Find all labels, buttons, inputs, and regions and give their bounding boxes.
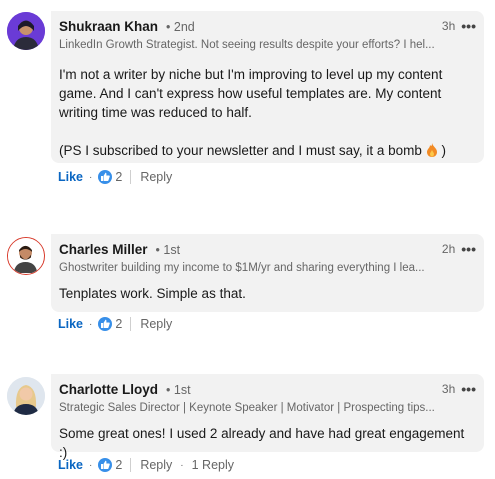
avatar[interactable] (7, 377, 45, 415)
more-options-icon[interactable]: ••• (461, 19, 476, 33)
commenter-name[interactable]: Charlotte Lloyd (59, 382, 158, 397)
comment-actions: Like · 2 Reply · 1 Reply (58, 458, 234, 472)
separator-dot: · (180, 459, 184, 471)
comment-body: I'm not a writer by niche but I'm improv… (59, 65, 474, 162)
commenter-headline: Strategic Sales Director | Keynote Speak… (59, 402, 435, 414)
comment-actions: Like · 2 Reply (58, 317, 172, 331)
divider (130, 317, 132, 331)
timestamp-group: 3h ••• (442, 19, 476, 33)
timestamp: 2h (441, 242, 456, 256)
divider (130, 170, 132, 184)
more-options-icon[interactable]: ••• (461, 242, 476, 256)
avatar-image (8, 238, 43, 273)
comment-actions: Like · 2 Reply (58, 170, 172, 184)
reaction-count[interactable]: 2 (115, 170, 122, 184)
commenter-headline: Ghostwriter building my income to $1M/yr… (59, 262, 425, 274)
timestamp: 3h (441, 19, 456, 33)
comment-paragraph: Some great ones! I used 2 already and ha… (59, 426, 465, 460)
like-button[interactable]: Like (58, 458, 83, 472)
connection-degree: • 2nd (166, 20, 195, 34)
comment-bubble: Charlotte Lloyd • 1st 3h ••• Strategic S… (51, 374, 484, 460)
name-row: Charles Miller • 1st (59, 242, 474, 260)
comment-bubble: Charles Miller • 1st 2h ••• Ghostwriter … (51, 234, 484, 312)
timestamp-group: 3h ••• (442, 382, 476, 396)
connection-degree: • 1st (166, 383, 191, 397)
timestamp: 3h (441, 382, 456, 396)
reply-button[interactable]: Reply (140, 458, 172, 472)
commenter-name[interactable]: Charles Miller (59, 242, 148, 257)
like-button[interactable]: Like (58, 317, 83, 331)
avatar-image (7, 12, 45, 50)
view-replies-link[interactable]: 1 Reply (192, 458, 234, 472)
connection-degree: • 1st (155, 243, 181, 257)
like-button[interactable]: Like (58, 170, 83, 184)
comment-bubble: Shukraan Khan • 2nd 3h ••• LinkedIn Grow… (51, 11, 484, 163)
name-row: Shukraan Khan • 2nd (59, 19, 474, 37)
thumbs-up-reaction-icon[interactable] (98, 317, 113, 331)
more-options-icon[interactable]: ••• (461, 382, 476, 396)
thumbs-up-reaction-icon[interactable] (98, 458, 113, 472)
reaction-count[interactable]: 2 (115, 458, 122, 472)
comment-paragraph: Tenplates work. Simple as that. (59, 286, 246, 301)
reply-button[interactable]: Reply (140, 317, 172, 331)
avatar[interactable] (7, 12, 45, 50)
separator-dot: · (89, 318, 93, 330)
reply-button[interactable]: Reply (140, 170, 172, 184)
comment-body: Tenplates work. Simple as that. (59, 284, 474, 303)
separator-dot: · (89, 459, 93, 471)
avatar[interactable] (7, 237, 45, 275)
timestamp-group: 2h ••• (442, 242, 476, 256)
avatar-image (7, 377, 45, 415)
separator-dot: · (89, 171, 93, 183)
reaction-count[interactable]: 2 (115, 317, 122, 331)
comment-text-end: ) (441, 143, 446, 158)
commenter-name[interactable]: Shukraan Khan (59, 19, 158, 34)
comment-paragraph: (PS I subscribed to your newsletter and … (59, 141, 474, 162)
commenter-headline: LinkedIn Growth Strategist. Not seeing r… (59, 39, 435, 51)
fire-emoji-icon (426, 143, 438, 162)
divider (130, 458, 132, 472)
comment-paragraph: I'm not a writer by niche but I'm improv… (59, 67, 443, 120)
name-row: Charlotte Lloyd • 1st (59, 382, 474, 400)
thumbs-up-reaction-icon[interactable] (98, 170, 113, 184)
comment-body: Some great ones! I used 2 already and ha… (59, 424, 474, 462)
comment-text: (PS I subscribed to your newsletter and … (59, 143, 422, 158)
